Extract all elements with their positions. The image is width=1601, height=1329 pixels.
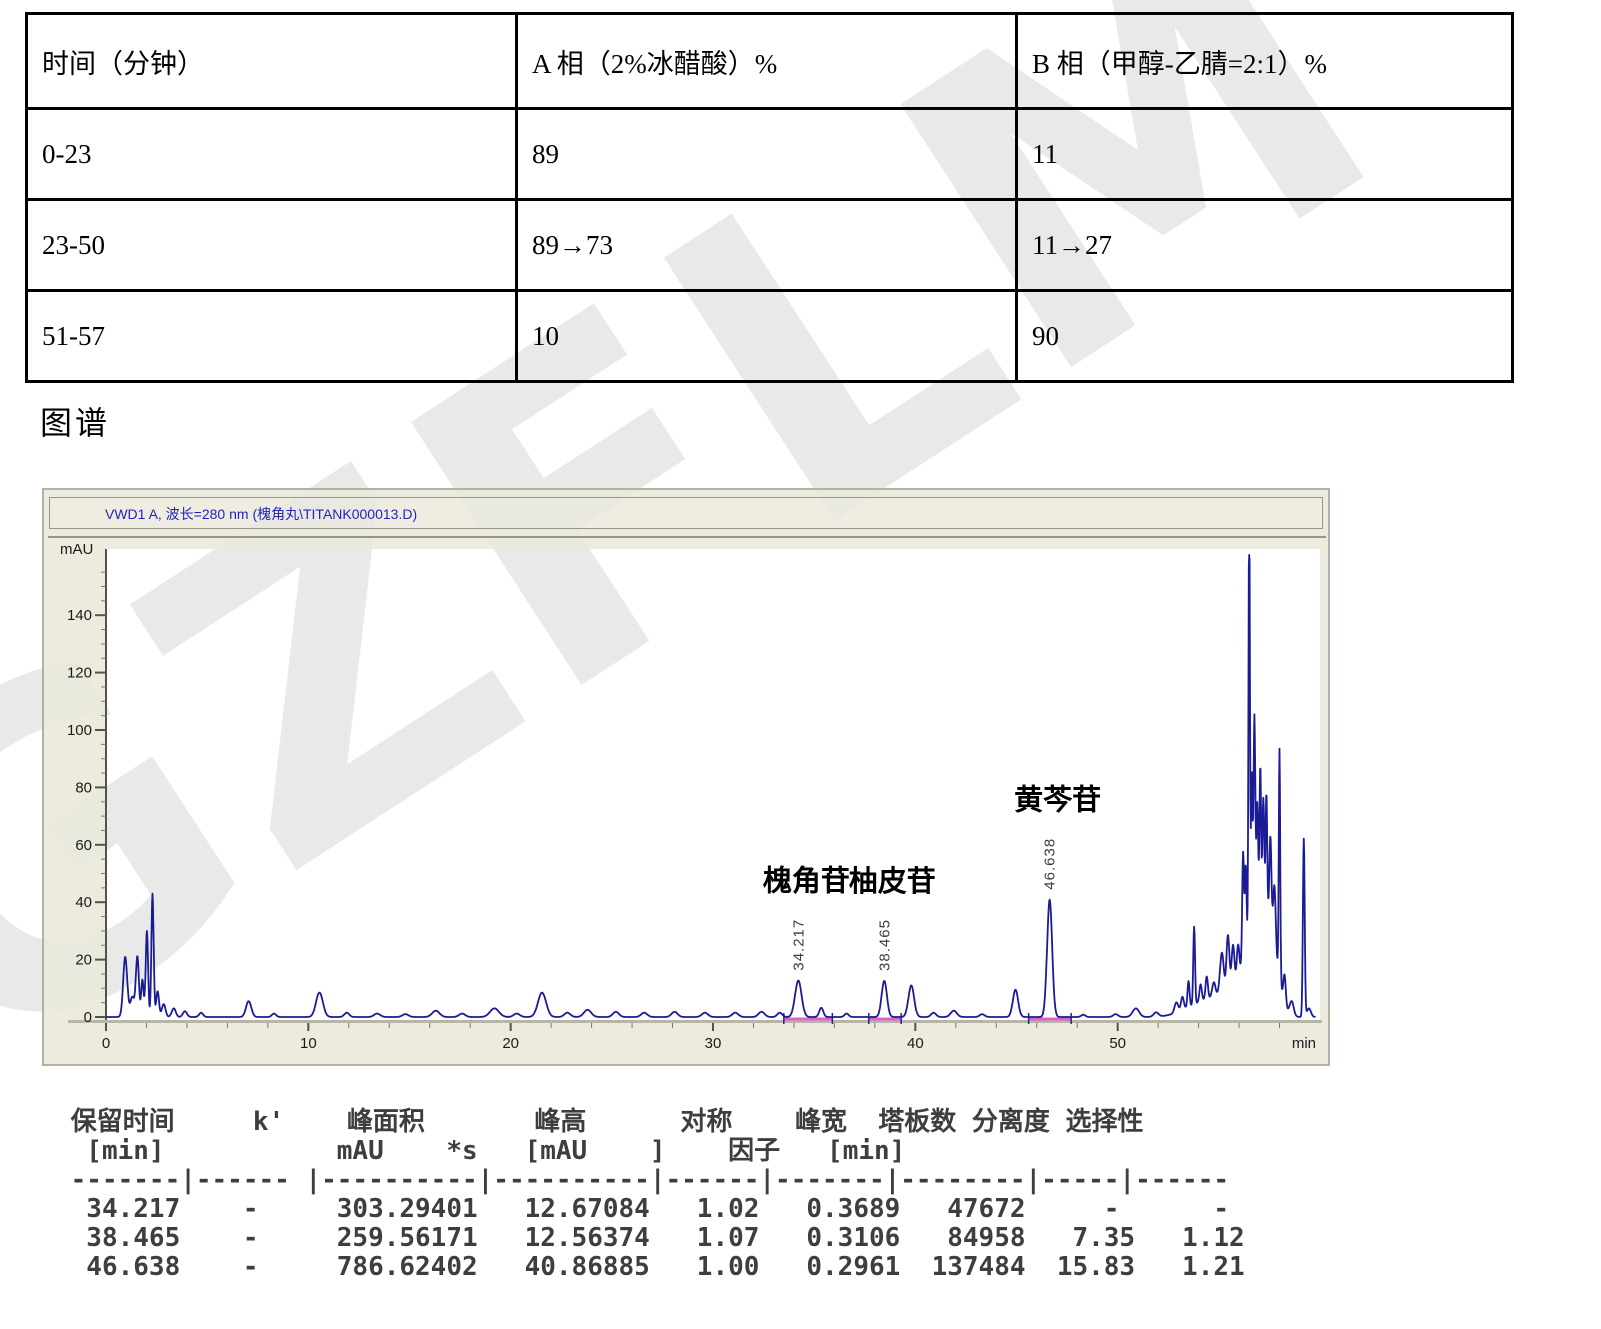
svg-text:30: 30 (705, 1035, 722, 1052)
gradient-header-phase-b: B 相（甲醇-乙腈=2:1）% (1017, 14, 1513, 109)
gradient-table-row: 51-57 10 90 (27, 291, 1513, 382)
svg-text:120: 120 (67, 665, 92, 682)
chromatogram-plot: 0 20 40 60 80 100 120 140 mAU 0 10 20 30 40 50 min 34.21… (48, 536, 1326, 1066)
svg-text:40: 40 (907, 1035, 924, 1052)
gradient-cell-phase-a: 89 (517, 109, 1017, 200)
svg-text:黄芩苷: 黄芩苷 (1014, 784, 1101, 817)
gradient-cell-time: 23-50 (27, 200, 517, 291)
gradient-table-header-row: 时间（分钟） A 相（2%冰醋酸）% B 相（甲醇-乙腈=2:1）% (27, 14, 1513, 109)
svg-text:46.638: 46.638 (1042, 838, 1059, 890)
svg-text:0: 0 (84, 1009, 92, 1026)
svg-text:100: 100 (67, 722, 92, 739)
svg-text:140: 140 (67, 607, 92, 624)
svg-text:20: 20 (75, 952, 92, 969)
svg-text:mAU: mAU (60, 541, 93, 558)
gradient-header-time: 时间（分钟） (27, 14, 517, 109)
gradient-table-row: 0-23 89 11 (27, 109, 1513, 200)
chromatogram-widget: VWD1 A, 波长=280 nm (槐角丸\TITANK000013.D) 0… (42, 488, 1330, 1066)
svg-text:38.465: 38.465 (876, 919, 893, 971)
gradient-cell-time: 51-57 (27, 291, 517, 382)
svg-text:40: 40 (75, 894, 92, 911)
svg-text:34.217: 34.217 (790, 919, 807, 971)
gradient-cell-phase-a: 10 (517, 291, 1017, 382)
svg-text:min: min (1292, 1035, 1316, 1052)
svg-text:0: 0 (102, 1035, 110, 1052)
chromatogram-title: VWD1 A, 波长=280 nm (槐角丸\TITANK000013.D) (49, 497, 1323, 529)
gradient-cell-phase-b: 11→27 (1017, 200, 1513, 291)
svg-text:10: 10 (300, 1035, 317, 1052)
gradient-cell-phase-b: 11 (1017, 109, 1513, 200)
gradient-cell-phase-b: 90 (1017, 291, 1513, 382)
svg-text:50: 50 (1109, 1035, 1126, 1052)
svg-text:80: 80 (75, 779, 92, 796)
svg-text:60: 60 (75, 837, 92, 854)
gradient-cell-time: 0-23 (27, 109, 517, 200)
gradient-cell-phase-a: 89→73 (517, 200, 1017, 291)
gradient-header-phase-a: A 相（2%冰醋酸）% (517, 14, 1017, 109)
svg-text:20: 20 (502, 1035, 519, 1052)
document-page: 时间（分钟） A 相（2%冰醋酸）% B 相（甲醇-乙腈=2:1）% 0-23 … (0, 0, 1601, 1329)
svg-text:柚皮苷: 柚皮苷 (849, 865, 936, 898)
gradient-table: 时间（分钟） A 相（2%冰醋酸）% B 相（甲醇-乙腈=2:1）% 0-23 … (25, 12, 1514, 383)
section-label: 图谱 (40, 398, 110, 444)
gradient-table-row: 23-50 89→73 11→27 (27, 200, 1513, 291)
svg-text:槐角苷: 槐角苷 (763, 865, 850, 898)
peak-report-table: 保留时间 k' 峰面积 峰高 对称 峰宽 塔板数 分离度 选择性 [min] m… (55, 1108, 1245, 1282)
